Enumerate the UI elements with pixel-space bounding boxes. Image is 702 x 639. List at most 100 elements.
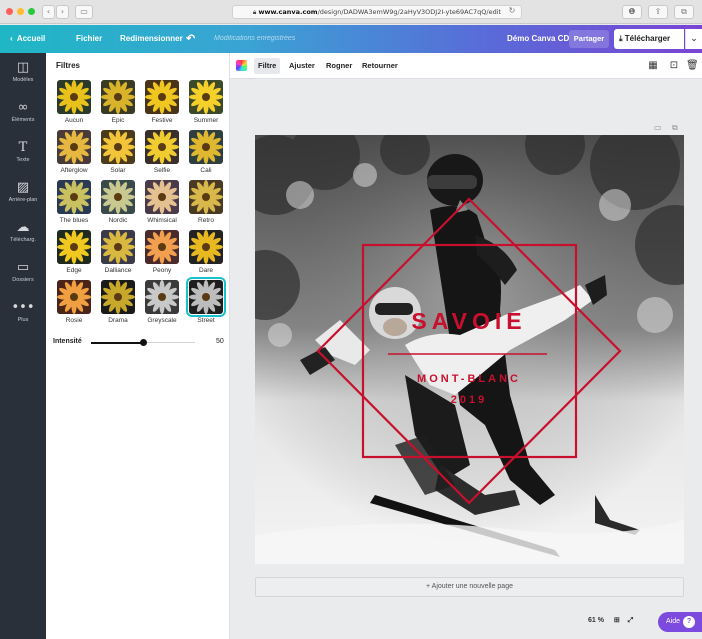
filter-name: Solar	[110, 167, 126, 174]
rail-item-background[interactable]: ▨ Arrière-plan	[0, 177, 46, 217]
rail-item-templates[interactable]: ◫ Modèles	[0, 57, 46, 97]
filter-thumbnail	[57, 180, 91, 214]
minimize-window-button[interactable]	[17, 8, 24, 15]
templates-icon: ◫	[16, 60, 30, 75]
adjust-button[interactable]: Ajuster	[285, 58, 319, 74]
tabs-icon[interactable]: ⧉	[674, 5, 694, 19]
rail-item-text[interactable]: T Texte	[0, 137, 46, 177]
add-page-button[interactable]: + Ajouter une nouvelle page	[255, 577, 684, 597]
elements-icon: ∞	[17, 100, 29, 115]
back-icon[interactable]: ‹	[42, 5, 55, 19]
help-label: Aide	[666, 618, 681, 625]
filter-thumbnail	[101, 130, 135, 164]
reload-icon[interactable]: ↻	[506, 5, 518, 19]
year-text[interactable]: 2019	[451, 394, 487, 406]
filter-option[interactable]: Whimsical	[140, 180, 184, 230]
filter-option[interactable]: Drama	[96, 280, 140, 330]
filter-option[interactable]: Dare	[184, 230, 228, 280]
rail-label: Éléments	[11, 117, 35, 123]
share-icon[interactable]: ⇪	[648, 5, 668, 19]
filter-option[interactable]: Peony	[140, 230, 184, 280]
filter-thumbnail	[145, 130, 179, 164]
rail-item-more[interactable]: ••• Plus	[0, 297, 46, 337]
title-savoie[interactable]: SAVOIE	[411, 308, 526, 334]
download-icon: ⤓	[619, 34, 623, 43]
extension-icon[interactable]: ❶	[622, 5, 642, 19]
filter-option[interactable]: Solar	[96, 130, 140, 180]
page-notes-icon[interactable]: ▭	[654, 123, 662, 132]
filter-option[interactable]: Selfie	[140, 130, 184, 180]
help-icon: ?	[683, 616, 696, 628]
filter-thumbnail	[145, 230, 179, 264]
flip-button[interactable]: Retourner	[358, 58, 402, 74]
save-status: Modifications enregistrées	[214, 35, 296, 42]
url-path: /design/DADWA3emW9g/2aHyV3ODJ2I-yte69AC7…	[317, 8, 502, 16]
image-toolbar: Filtre Ajuster Rogner Retourner ▦ ⊡ 🗑︎	[230, 53, 702, 79]
filter-option[interactable]: Afterglow	[52, 130, 96, 180]
fullscreen-icon[interactable]: ⤢	[628, 617, 634, 624]
download-label: Télécharger	[624, 34, 671, 43]
rail-item-folders[interactable]: ▭ Dossiers	[0, 257, 46, 297]
account-name[interactable]: Démo Canva CD	[507, 25, 569, 53]
lock-icon[interactable]: ⊡	[668, 59, 680, 73]
filter-name: Afterglow	[60, 167, 88, 174]
resize-button[interactable]: Redimensionner	[120, 25, 183, 53]
background-icon: ▨	[16, 180, 30, 195]
rail-label: Modèles	[12, 77, 34, 83]
forward-icon[interactable]: ›	[56, 5, 69, 19]
rail-item-elements[interactable]: ∞ Éléments	[0, 97, 46, 137]
trash-icon[interactable]: 🗑︎	[686, 59, 699, 73]
filter-option[interactable]: Rosie	[52, 280, 96, 330]
filter-option[interactable]: Nordic	[96, 180, 140, 230]
filter-option[interactable]: The blues	[52, 180, 96, 230]
intensity-slider[interactable]	[91, 339, 195, 346]
help-button[interactable]: Aide?	[658, 612, 702, 632]
design-canvas[interactable]: SAVOIE MONT-BLANC 2019	[255, 135, 684, 564]
filter-thumbnail	[57, 130, 91, 164]
home-button[interactable]: ‹ Accueil	[10, 25, 45, 53]
filter-option[interactable]: Street	[184, 277, 228, 330]
subtitle-mont-blanc[interactable]: MONT-BLANC	[417, 373, 521, 385]
filter-option[interactable]: Festive	[140, 80, 184, 130]
filter-option[interactable]: Edge	[52, 230, 96, 280]
download-options-chevron-icon[interactable]: ⌄	[685, 29, 702, 49]
filter-option[interactable]: Greyscale	[140, 280, 184, 330]
filter-name: Peony	[152, 267, 172, 274]
filter-option[interactable]: Retro	[184, 180, 228, 230]
intensity-slider-handle[interactable]	[139, 339, 147, 346]
filter-button[interactable]: Filtre	[254, 58, 281, 74]
undo-icon[interactable]: ↶	[186, 25, 195, 53]
filter-thumbnail	[101, 280, 135, 314]
share-button[interactable]: Partager	[569, 30, 609, 48]
editor-header: ‹ Accueil Fichier Redimensionner ↶ Modif…	[0, 25, 702, 53]
download-button[interactable]: ⤓ Télécharger	[614, 29, 684, 49]
file-menu[interactable]: Fichier	[76, 25, 102, 53]
filter-name: Rosie	[65, 317, 83, 324]
rail-item-uploads[interactable]: ☁ Télécharg.	[0, 217, 46, 257]
side-rail: ◫ Modèles ∞ Éléments T Texte ▨ Arrière-p…	[0, 53, 46, 639]
more-icon: •••	[11, 300, 35, 315]
filter-option[interactable]: Dalliance	[96, 230, 140, 280]
filter-thumbnail	[189, 80, 223, 114]
grid-view-icon[interactable]: ⊞	[614, 617, 620, 624]
crop-button[interactable]: Rogner	[322, 58, 356, 74]
sidebar-toggle-icon[interactable]: ▭	[75, 5, 93, 19]
color-picker-icon[interactable]	[236, 60, 247, 71]
filter-name: Greyscale	[147, 317, 177, 324]
filter-option[interactable]: Cali	[184, 130, 228, 180]
close-window-button[interactable]	[6, 8, 13, 15]
duplicate-page-icon[interactable]: ⧉	[672, 123, 678, 133]
intensity-value: 50	[216, 338, 224, 345]
rail-label: Télécharg.	[10, 237, 36, 243]
filter-option[interactable]: Summer	[184, 80, 228, 130]
zoom-level[interactable]: 61 %	[588, 617, 604, 624]
zoom-window-button[interactable]	[28, 8, 35, 15]
browser-chrome: ‹ › ▭ 🔒︎ www.canva.com/design/DADWA3emW9…	[0, 0, 702, 24]
address-bar[interactable]: 🔒︎ www.canva.com/design/DADWA3emW9g/2aHy…	[232, 5, 522, 19]
filter-option[interactable]: Epic	[96, 80, 140, 130]
filter-name: The blues	[59, 217, 89, 224]
transparency-icon[interactable]: ▦	[647, 59, 659, 73]
intensity-label: Intensité	[53, 338, 82, 345]
filter-option[interactable]: Aucun	[52, 80, 96, 130]
design-artwork: SAVOIE MONT-BLANC 2019	[255, 135, 684, 564]
